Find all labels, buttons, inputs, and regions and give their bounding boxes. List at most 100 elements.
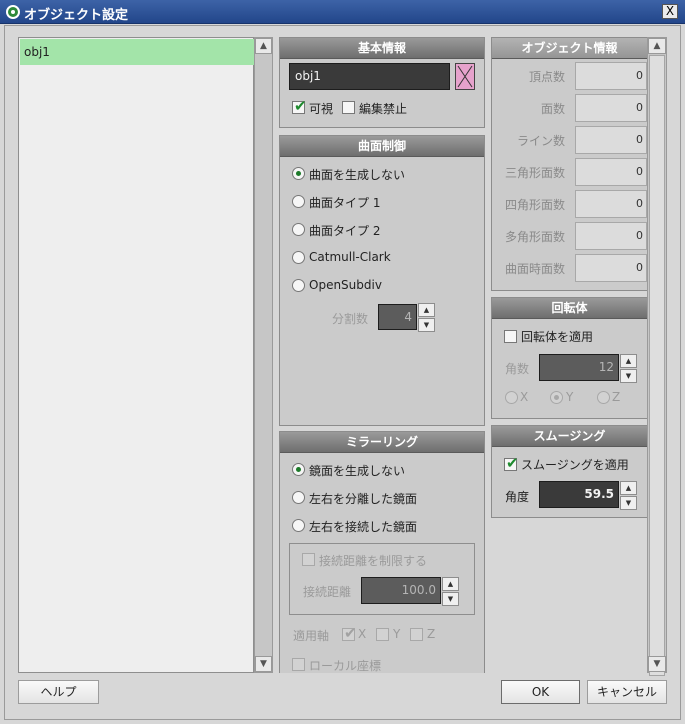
axis-x-label: X [358, 627, 367, 641]
title-bar[interactable]: オブジェクト設定 X [0, 0, 685, 24]
face-count-label: 面数 [540, 102, 565, 116]
limit-distance-label: 接続距離を制限する [319, 554, 428, 568]
spin-up-icon[interactable]: ▲ [442, 577, 459, 591]
lathe-apply-checkbox[interactable] [504, 330, 517, 343]
scroll-up-icon[interactable]: ▲ [255, 38, 272, 54]
spin-down-icon[interactable]: ▼ [442, 592, 459, 606]
visible-checkbox[interactable]: ✔ [292, 97, 307, 115]
distance-spinner[interactable]: ▲ ▼ [442, 577, 459, 606]
spin-down-icon[interactable]: ▼ [620, 369, 637, 383]
radio-dot-icon [554, 395, 559, 400]
subdiv-catmull-label: Catmull-Clark [309, 250, 391, 264]
divisions-spinner[interactable]: ▲ ▼ [418, 303, 435, 332]
lathe-axis-x-radio[interactable] [505, 391, 518, 404]
spin-up-icon[interactable]: ▲ [620, 481, 637, 495]
lathe-axis-x-label: X [520, 390, 529, 404]
axis-x-checkbox[interactable]: ✔ [342, 624, 357, 642]
mirror-separate-label: 左右を分離した鏡面 [309, 492, 418, 506]
mirror-none-radio[interactable] [292, 463, 305, 476]
subdiv-catmull-radio[interactable] [292, 251, 305, 264]
subdiv-type2-label: 曲面タイプ 2 [309, 224, 381, 238]
app-icon [6, 5, 20, 19]
mirror-none-label: 鏡面を生成しない [309, 464, 406, 478]
object-name-input[interactable]: obj1 [289, 63, 450, 90]
subdiv-type2-radio[interactable] [292, 223, 305, 236]
tri-count-value: 0 [575, 158, 647, 186]
lathe-axis-z-radio[interactable] [597, 391, 610, 404]
color-swatch-cross-icon [457, 65, 473, 88]
lathe-angle-label: 角数 [505, 362, 530, 376]
panel-title: オブジェクト情報 [492, 38, 647, 59]
lathe-axis-y-radio[interactable] [550, 391, 563, 404]
axis-z-label: Z [427, 627, 436, 641]
scroll-up-icon[interactable]: ▲ [648, 38, 666, 54]
scroll-down-icon[interactable]: ▼ [648, 656, 666, 672]
help-button[interactable]: ヘルプ [18, 680, 99, 704]
quad-count-label: 四角形面数 [504, 198, 565, 212]
lock-edit-label: 編集禁止 [359, 102, 408, 116]
poly-count-label: 多角形面数 [504, 230, 565, 244]
visible-label: 可視 [309, 102, 334, 116]
spin-up-icon[interactable]: ▲ [620, 354, 637, 368]
limit-distance-checkbox[interactable] [302, 553, 315, 566]
panel-title: 回転体 [492, 298, 647, 319]
smoothing-angle-input[interactable]: 59.5 [539, 481, 619, 508]
divisions-input[interactable]: 4 [378, 304, 417, 330]
subdiv-type1-label: 曲面タイプ 1 [309, 196, 381, 210]
lathe-angle-input[interactable]: 12 [539, 354, 619, 381]
radio-dot-icon [296, 467, 301, 472]
subdiv-none-radio[interactable] [292, 167, 305, 180]
mirror-connect-radio[interactable] [292, 519, 305, 532]
lock-edit-checkbox[interactable] [342, 101, 355, 114]
lathe-angle-spinner[interactable]: ▲ ▼ [620, 354, 637, 383]
window-title: オブジェクト設定 [24, 8, 129, 23]
check-icon: ✔ [344, 624, 357, 642]
ok-button[interactable]: OK [501, 680, 580, 704]
spin-up-icon[interactable]: ▲ [418, 303, 435, 317]
smoothing-angle-spinner[interactable]: ▲ ▼ [620, 481, 637, 510]
scroll-thumb[interactable] [649, 55, 665, 676]
distance-input[interactable]: 100.0 [361, 577, 441, 604]
smoothing-angle-label: 角度 [505, 490, 530, 504]
subdiv-none-label: 曲面を生成しない [309, 168, 406, 182]
object-list[interactable]: obj1 [18, 37, 254, 673]
vertex-count-value: 0 [575, 62, 647, 90]
object-color-button[interactable] [455, 63, 475, 90]
axis-y-checkbox[interactable] [376, 628, 389, 641]
close-button[interactable]: X [662, 4, 678, 19]
list-item[interactable]: obj1 [20, 39, 254, 65]
scroll-down-icon[interactable]: ▼ [255, 656, 272, 672]
quad-count-value: 0 [575, 190, 647, 218]
vertex-count-label: 頂点数 [528, 70, 565, 84]
mirror-connect-label: 左右を接続した鏡面 [309, 520, 418, 534]
smoothing-apply-checkbox[interactable]: ✔ [504, 455, 519, 471]
subdiv-type1-radio[interactable] [292, 195, 305, 208]
local-coords-label: ローカル座標 [309, 659, 382, 673]
face-count-value: 0 [575, 94, 647, 122]
lathe-axis-y-label: Y [566, 390, 574, 404]
subdiv-opensubdiv-label: OpenSubdiv [309, 278, 382, 292]
spin-down-icon[interactable]: ▼ [418, 318, 435, 332]
curved-face-count-value: 0 [575, 254, 647, 282]
tri-count-label: 三角形面数 [504, 166, 565, 180]
radio-dot-icon [296, 171, 301, 176]
smoothing-apply-label: スムージングを適用 [521, 458, 629, 472]
check-icon: ✔ [294, 97, 307, 115]
divisions-label: 分割数 [332, 312, 369, 326]
lathe-axis-z-label: Z [612, 390, 621, 404]
mirror-separate-radio[interactable] [292, 491, 305, 504]
axis-z-checkbox[interactable] [410, 628, 423, 641]
local-coords-checkbox[interactable] [292, 658, 305, 671]
object-list-scrollbar[interactable]: ▲ ▼ [254, 37, 273, 673]
cancel-button[interactable]: キャンセル [587, 680, 667, 704]
axis-label: 適用軸 [293, 629, 330, 643]
spin-down-icon[interactable]: ▼ [620, 496, 637, 510]
line-count-value: 0 [575, 126, 647, 154]
panel-title: 基本情報 [280, 38, 484, 59]
line-count-label: ライン数 [516, 134, 565, 148]
panel-title: 曲面制御 [280, 136, 484, 157]
curved-face-count-label: 曲面時面数 [504, 262, 565, 276]
lathe-apply-label: 回転体を適用 [521, 330, 594, 344]
settings-scrollbar[interactable]: ▲ ▼ [647, 37, 667, 676]
subdiv-opensubdiv-radio[interactable] [292, 279, 305, 292]
